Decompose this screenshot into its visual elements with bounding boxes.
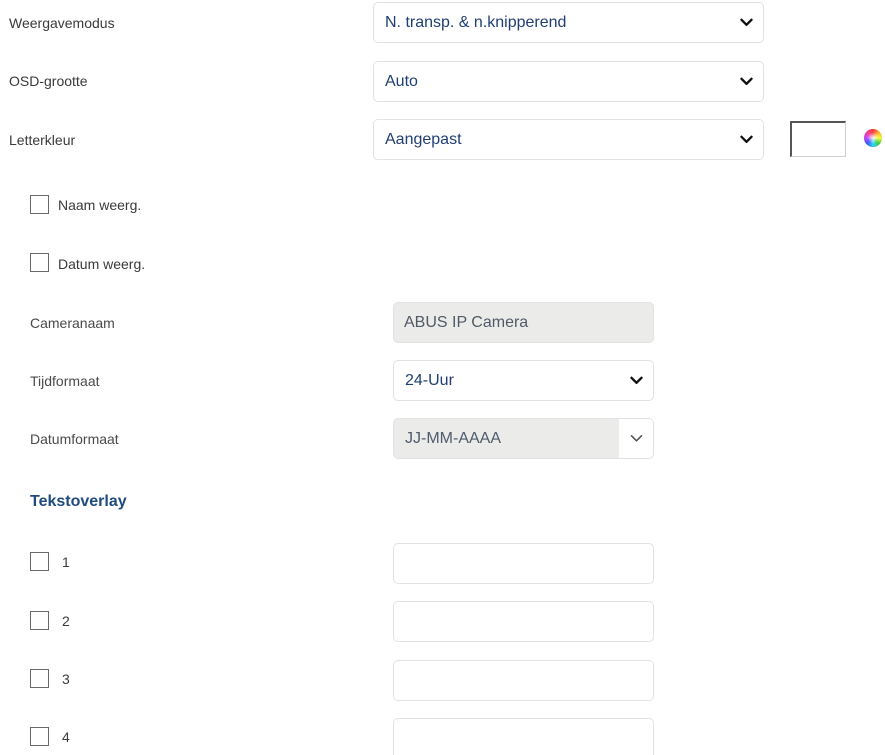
font-color-swatch[interactable] <box>790 121 846 157</box>
chevron-down-icon <box>619 361 653 400</box>
show-date-checkbox[interactable] <box>30 253 49 272</box>
overlay-2-label: 2 <box>62 613 70 629</box>
show-name-checkbox[interactable] <box>30 195 49 214</box>
overlay-2-input[interactable] <box>393 601 654 642</box>
chevron-down-icon <box>729 62 763 101</box>
time-format-value: 24-Uur <box>405 371 454 389</box>
time-format-label: Tijdformaat <box>30 373 100 389</box>
show-date-label: Datum weerg. <box>58 256 146 272</box>
overlay-4-checkbox[interactable] <box>30 727 49 746</box>
font-color-select[interactable]: Aangepast <box>373 119 764 160</box>
date-format-value: JJ-MM-AAAA <box>405 429 501 447</box>
chevron-down-icon <box>619 419 653 458</box>
date-format-label: Datumformaat <box>30 431 119 447</box>
time-format-select[interactable]: 24-Uur <box>393 360 654 401</box>
chevron-down-icon <box>729 120 763 159</box>
osd-size-select[interactable]: Auto <box>373 61 764 102</box>
date-format-select: JJ-MM-AAAA <box>393 418 654 459</box>
color-wheel-icon[interactable] <box>864 129 882 147</box>
font-color-value: Aangepast <box>385 130 462 148</box>
display-mode-value: N. transp. & n.knipperend <box>385 13 567 31</box>
display-mode-label: Weergavemodus <box>9 15 115 31</box>
osd-size-value: Auto <box>385 72 418 90</box>
overlay-1-input[interactable] <box>393 543 654 584</box>
chevron-down-icon <box>729 3 763 42</box>
overlay-2-checkbox[interactable] <box>30 611 49 630</box>
overlay-4-input[interactable] <box>393 718 654 755</box>
osd-size-label: OSD-grootte <box>9 73 88 89</box>
overlay-1-checkbox[interactable] <box>30 552 49 571</box>
display-mode-select[interactable]: N. transp. & n.knipperend <box>373 2 764 43</box>
overlay-3-input[interactable] <box>393 660 654 701</box>
show-name-label: Naam weerg. <box>58 197 142 213</box>
camera-name-label: Cameranaam <box>30 315 115 331</box>
camera-name-field: ABUS IP Camera <box>393 302 654 343</box>
overlay-4-label: 4 <box>62 729 70 745</box>
overlay-3-label: 3 <box>62 671 70 687</box>
overlay-1-label: 1 <box>62 554 70 570</box>
text-overlay-title: Tekstoverlay <box>30 493 127 510</box>
overlay-3-checkbox[interactable] <box>30 669 49 688</box>
font-color-label: Letterkleur <box>9 132 76 148</box>
